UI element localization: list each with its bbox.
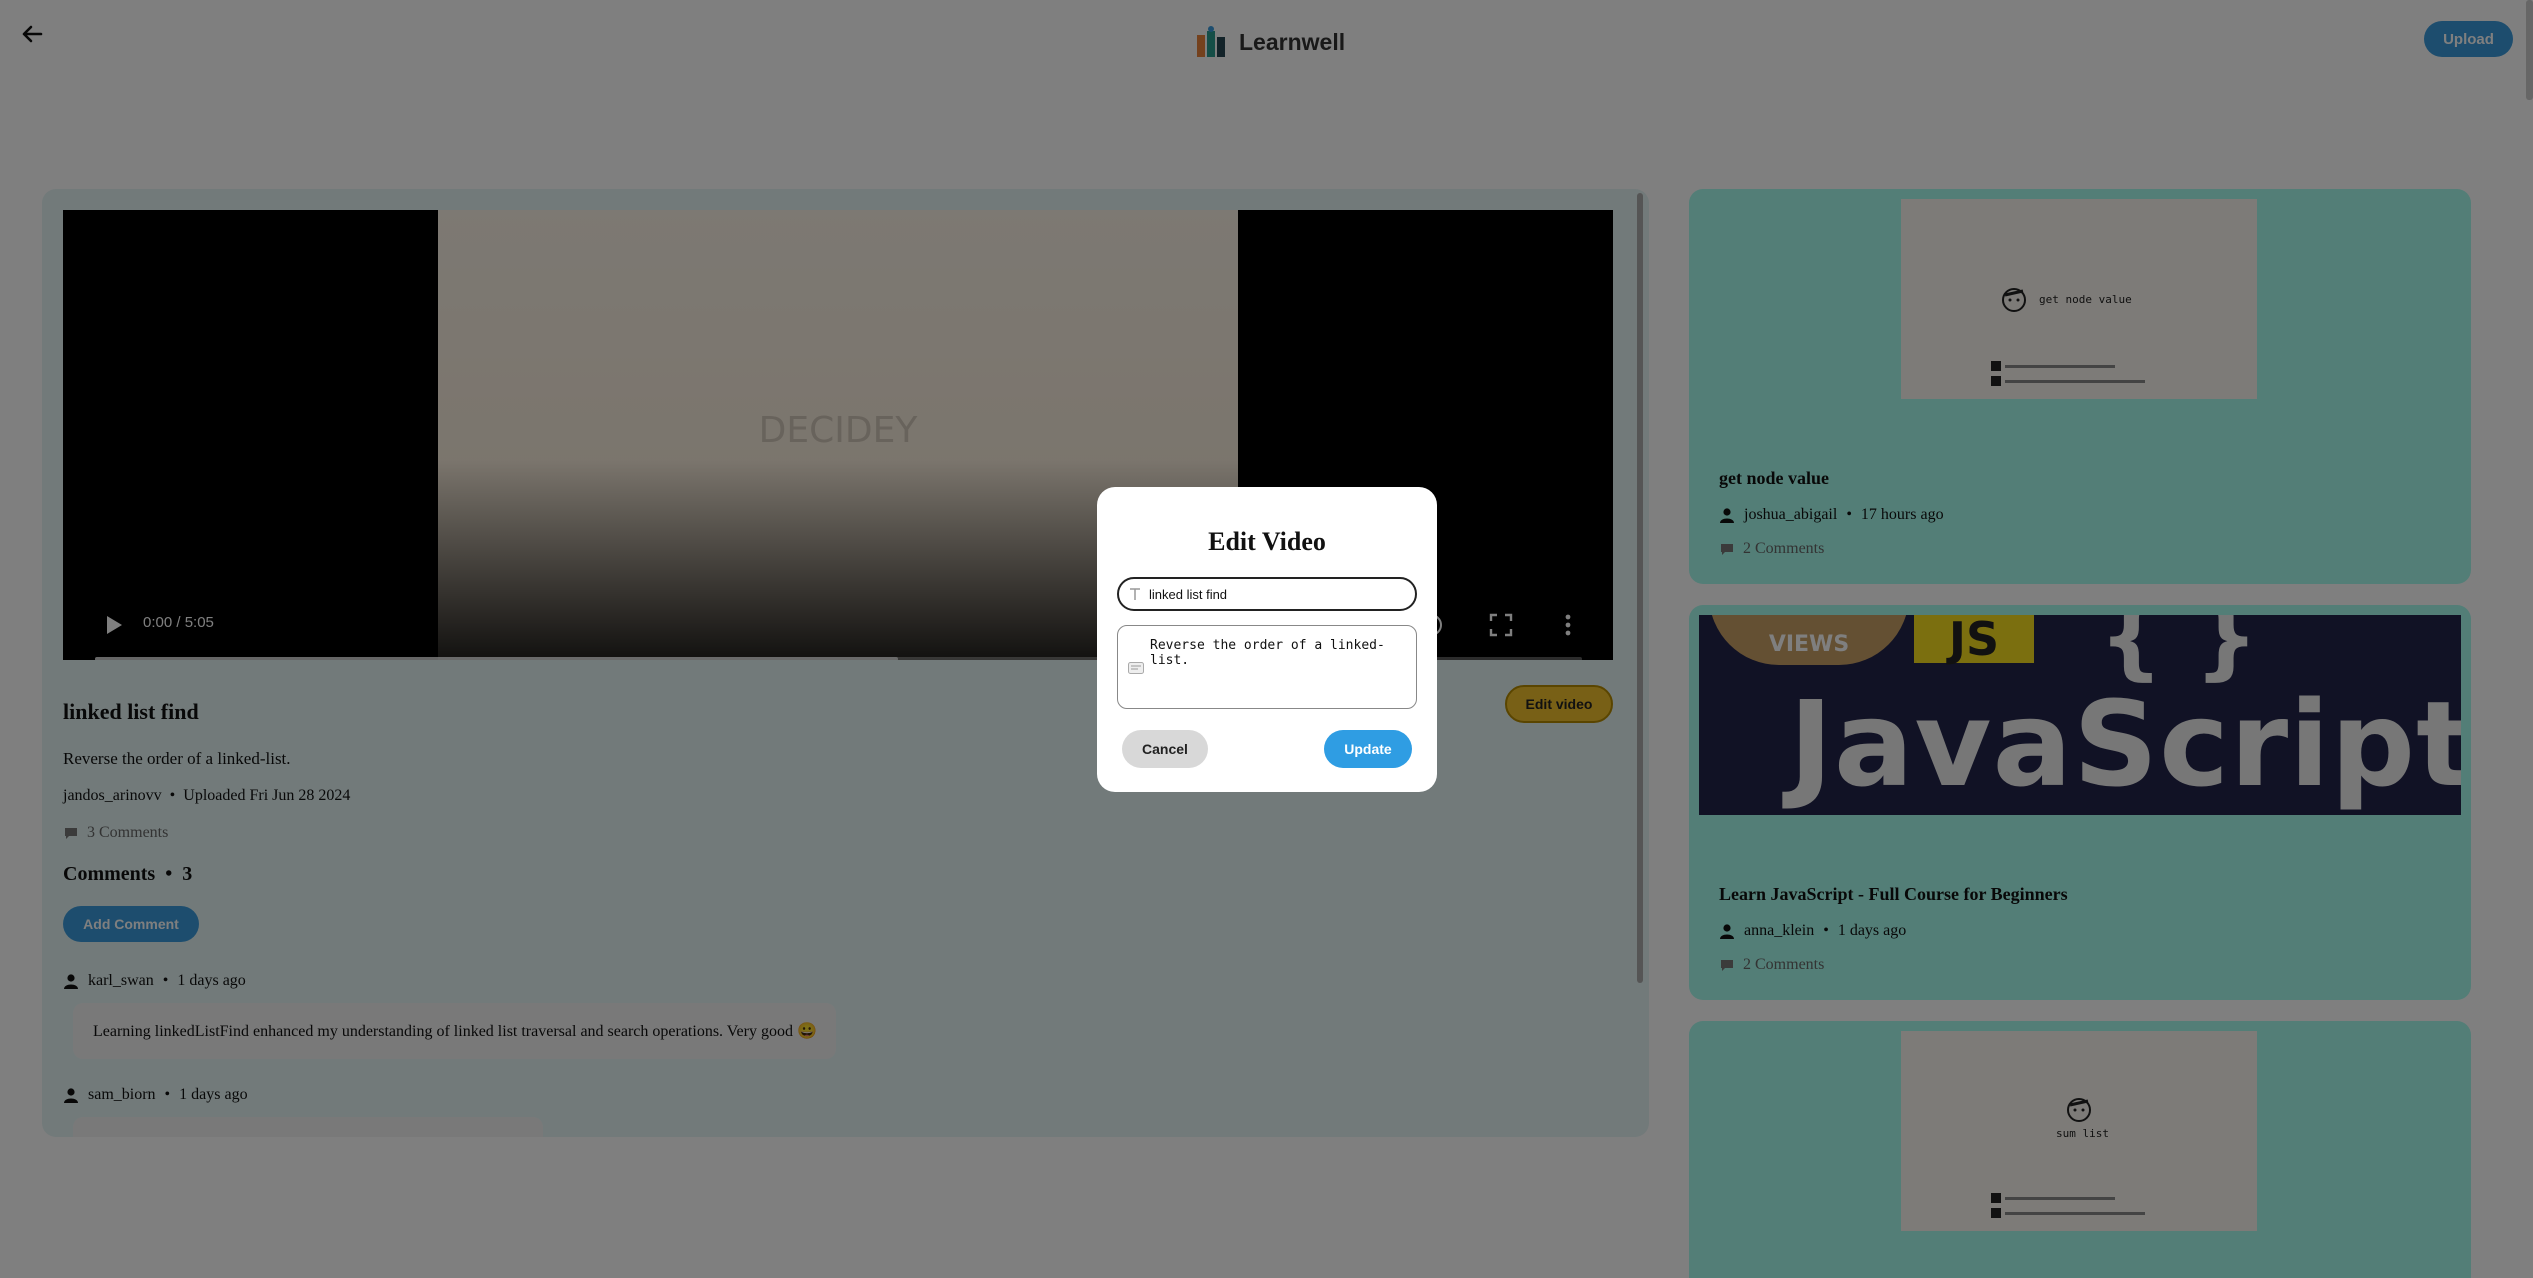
description-field[interactable]: Reverse the order of a linked-list. (1117, 625, 1417, 709)
modal-title: Edit Video (1208, 527, 1326, 556)
title-input[interactable] (1149, 586, 1399, 602)
text-field-icon (1130, 588, 1140, 600)
edit-video-modal: Edit Video Reverse the order of a linked… (1097, 487, 1437, 792)
update-button[interactable]: Update (1324, 730, 1412, 768)
textarea-icon (1128, 662, 1144, 674)
cancel-button[interactable]: Cancel (1122, 730, 1208, 768)
title-field[interactable] (1117, 577, 1417, 611)
description-textarea[interactable]: Reverse the order of a linked-list. (1150, 638, 1410, 708)
